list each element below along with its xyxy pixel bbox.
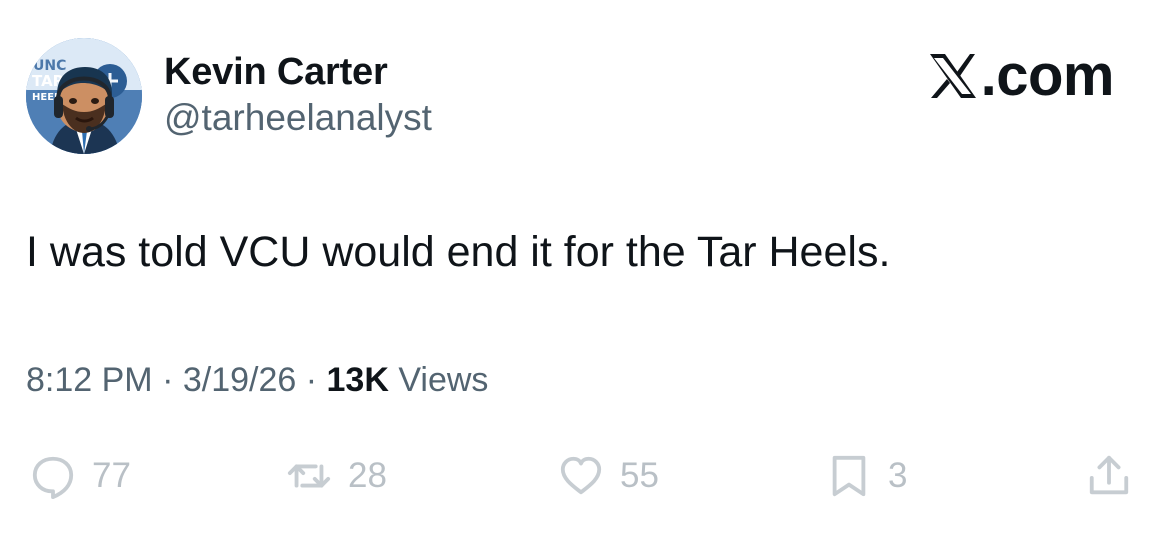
tweet-actions: 77 28 55 3 (0, 446, 1170, 506)
bookmark-count: 3 (888, 456, 908, 495)
display-name[interactable]: Kevin Carter (164, 50, 432, 94)
reply-button[interactable]: 77 (30, 446, 131, 506)
heart-icon (560, 456, 602, 495)
brand-domain-text: .com (980, 43, 1115, 108)
user-handle[interactable]: @tarheelanalyst (164, 96, 432, 140)
tweet-meta: 8:12 PM · 3/19/26 · 13K Views (26, 360, 488, 400)
views-count: 13K (326, 361, 389, 399)
x-brand: .com (927, 43, 1115, 108)
share-button[interactable] (1086, 446, 1132, 506)
share-icon (1089, 455, 1129, 495)
like-button[interactable]: 55 (558, 446, 659, 506)
x-logo-icon (929, 54, 976, 98)
retweet-icon (287, 464, 331, 488)
meta-separator: · (152, 361, 183, 399)
bookmark-icon (832, 455, 866, 497)
tweet-date[interactable]: 3/19/26 (183, 361, 296, 399)
meta-separator: · (296, 361, 327, 399)
tweet-card: UNC TAR HEELS Kevin Carter @tarheelanaly… (0, 0, 1170, 550)
tweet-text: I was told VCU would end it for the Tar … (26, 228, 891, 276)
tweet-time[interactable]: 8:12 PM (26, 361, 153, 399)
retweet-button[interactable]: 28 (286, 446, 387, 506)
user-info[interactable]: Kevin Carter @tarheelanalyst (164, 50, 432, 140)
views-label: Views (388, 361, 489, 399)
reply-count: 77 (92, 456, 131, 495)
retweet-count: 28 (348, 456, 387, 495)
like-count: 55 (620, 456, 659, 495)
reply-icon (32, 456, 74, 499)
cartoon-avatar-icon: UNC TAR HEELS (26, 38, 142, 154)
bookmark-button[interactable]: 3 (826, 446, 907, 506)
profile-avatar[interactable]: UNC TAR HEELS (26, 38, 142, 154)
